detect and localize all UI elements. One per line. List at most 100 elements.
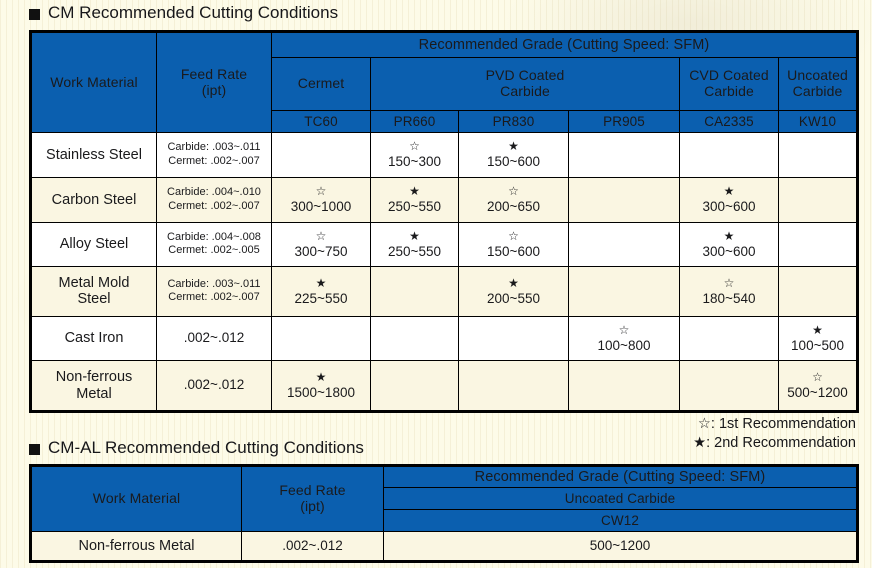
recommendation-star-icon: ★ — [409, 183, 420, 198]
cutting-speed-range: 1500~1800 — [287, 384, 355, 400]
grade-speed-cell: ☆ 180~540 — [679, 266, 779, 317]
recommendation-legend: ☆: 1st Recommendation ★: 2nd Recommendat… — [693, 415, 856, 452]
row-material-label: Cast Iron — [30, 315, 157, 362]
cmal-col-feed-rate: Feed Rate (ipt) — [241, 465, 384, 532]
recommendation-star-icon: ★ — [315, 369, 327, 384]
cm-col-feed-rate: Feed Rate (ipt) — [156, 31, 272, 133]
grade-speed-cell — [568, 221, 680, 268]
cm-group-cermet: Cermet — [271, 57, 371, 111]
cmal-col-recommended-grade: Recommended Grade (Cutting Speed: SFM) — [383, 465, 858, 488]
grade-speed-cell: ★ 300~600 — [679, 221, 779, 268]
cmal-section-title: CM-AL Recommended Cutting Conditions — [29, 438, 364, 458]
bullet-square-icon — [29, 8, 40, 20]
grade-speed-cell: ★ 1500~1800 — [271, 360, 371, 412]
cm-table-body: Stainless Steel Carbide: .003~.011 Cermet… — [30, 132, 859, 412]
row-feed-rate: Carbide: .003~.011 Cermet: .002~.007 — [156, 132, 272, 178]
recommendation-star-icon — [459, 379, 568, 393]
grade-speed-cell: ☆ 200~650 — [458, 176, 569, 223]
recommendation-star-icon: ★ — [315, 275, 327, 290]
recommendation-star-icon — [779, 237, 856, 251]
recommendation-star-icon: ☆ — [723, 275, 735, 290]
grade-speed-cell — [370, 266, 459, 317]
legend-second-recommendation: ★: 2nd Recommendation — [693, 434, 856, 451]
cm-col-work-material: Work Material — [30, 31, 157, 133]
grade-speed-cell: ★ 250~550 — [370, 176, 459, 223]
grade-speed-cell — [568, 132, 680, 178]
cm-grade-pr905: PR905 — [568, 110, 680, 133]
grade-speed-cell — [777, 266, 859, 317]
cmal-header-row-1: Work Material Feed Rate (ipt) Recommende… — [30, 465, 858, 532]
recommendation-star-icon — [779, 284, 856, 298]
cutting-speed-range: 150~600 — [487, 243, 540, 259]
row-feed-rate: Carbide: .004~.008 Cermet: .002~.005 — [156, 221, 272, 268]
row-feed-rate: Carbide: .003~.011 Cermet: .002~.007 — [156, 266, 272, 317]
cutting-speed-range: 200~550 — [487, 290, 540, 306]
cmal-group-uncoated-carbide: Uncoated Carbide — [383, 487, 858, 510]
row-material-label: Carbon Steel — [30, 176, 157, 223]
grade-speed-cell — [568, 266, 680, 317]
recommendation-star-icon — [680, 379, 778, 393]
grade-speed-cell: ★ 300~600 — [679, 176, 779, 223]
cutting-speed-range: 150~300 — [388, 154, 441, 170]
grade-speed-cell: ★ 150~600 — [458, 132, 569, 178]
cmal-table-body: Non-ferrous Metal .002~.012 500~1200 — [30, 531, 858, 562]
recommendation-star-icon: ★ — [508, 275, 519, 290]
cmal-col-work-material: Work Material — [30, 465, 242, 532]
cmal-table-head: Work Material Feed Rate (ipt) Recommende… — [30, 465, 858, 532]
cm-grade-pr660: PR660 — [370, 110, 459, 133]
recommendation-star-icon: ☆ — [812, 369, 823, 384]
table-row: Cast Iron .002~.012 ☆ 100~800 ★ 100~500 — [30, 315, 859, 362]
recommendation-star-icon: ☆ — [315, 228, 327, 243]
cm-group-uncoated-carbide: Uncoated Carbide — [777, 57, 859, 111]
row-feed-rate: .002~.012 — [156, 360, 272, 412]
table-row: Metal Mold Steel Carbide: .003~.011 Cerme… — [30, 266, 859, 317]
recommendation-star-icon: ★ — [723, 228, 735, 243]
table-row: Non-ferrous Metal .002~.012 ★ 1500~1800 ☆ 500… — [30, 360, 859, 412]
recommendation-star-icon — [680, 148, 778, 162]
row-material-label: Non-ferrous Metal — [30, 531, 242, 562]
recommendation-star-icon — [569, 379, 679, 393]
row-material-label: Non-ferrous Metal — [30, 360, 157, 412]
recommendation-star-icon — [569, 237, 679, 251]
recommendation-star-icon — [459, 331, 568, 345]
cutting-speed-range: 200~650 — [487, 198, 540, 214]
cutting-speed-range: 500~1200 — [787, 384, 848, 400]
cmal-conditions-table: Work Material Feed Rate (ipt) Recommende… — [29, 464, 859, 563]
grade-speed-cell — [271, 132, 371, 178]
cm-col-recommended-grade: Recommended Grade (Cutting Speed: SFM) — [270, 31, 859, 58]
recommendation-star-icon — [779, 148, 856, 162]
cutting-speed-range: 250~550 — [388, 243, 441, 259]
recommendation-star-icon: ★ — [409, 228, 420, 243]
cm-grade-pr830: PR830 — [458, 110, 569, 133]
cutting-speed-range: 300~750 — [294, 243, 348, 259]
recommendation-star-icon — [371, 379, 458, 393]
grade-speed-cell — [679, 360, 779, 412]
grade-speed-cell: ☆ 150~600 — [458, 221, 569, 268]
grade-speed-cell — [777, 132, 859, 178]
cmal-section-title-text: CM-AL Recommended Cutting Conditions — [48, 438, 364, 457]
cm-section-title: CM Recommended Cutting Conditions — [29, 3, 338, 23]
cutting-speed-range: 250~550 — [388, 198, 441, 214]
grade-speed-cell — [777, 176, 859, 223]
grade-speed-cell — [370, 360, 459, 412]
row-feed-rate: .002~.012 — [241, 531, 384, 562]
grade-speed-cell — [568, 176, 680, 223]
table-row: Carbon Steel Carbide: .004~.010 Cermet: .… — [30, 176, 859, 223]
cm-group-cvd-coated-carbide: CVD Coated Carbide — [679, 57, 779, 111]
grade-speed-cell: ☆ 300~1000 — [271, 176, 371, 223]
grade-speed-cell: ★ 100~500 — [777, 315, 859, 362]
recommendation-star-icon — [569, 193, 679, 207]
grade-speed-cell — [458, 315, 569, 362]
recommendation-star-icon — [569, 284, 679, 298]
cmal-grade-cw12: CW12 — [383, 509, 858, 532]
recommendation-star-icon: ☆ — [409, 139, 420, 154]
page-root: CM Recommended Cutting Conditions Work M… — [0, 0, 872, 568]
grade-speed-cell — [271, 315, 371, 362]
grade-speed-cell — [568, 360, 680, 412]
cutting-speed-range: 300~600 — [702, 198, 756, 214]
cutting-speed-range: 100~500 — [791, 337, 844, 353]
recommendation-star-icon: ☆ — [508, 228, 519, 243]
cm-grade-ca2335: CA2335 — [679, 110, 779, 133]
recommendation-star-icon — [272, 331, 370, 345]
row-material-label: Alloy Steel — [30, 221, 157, 268]
